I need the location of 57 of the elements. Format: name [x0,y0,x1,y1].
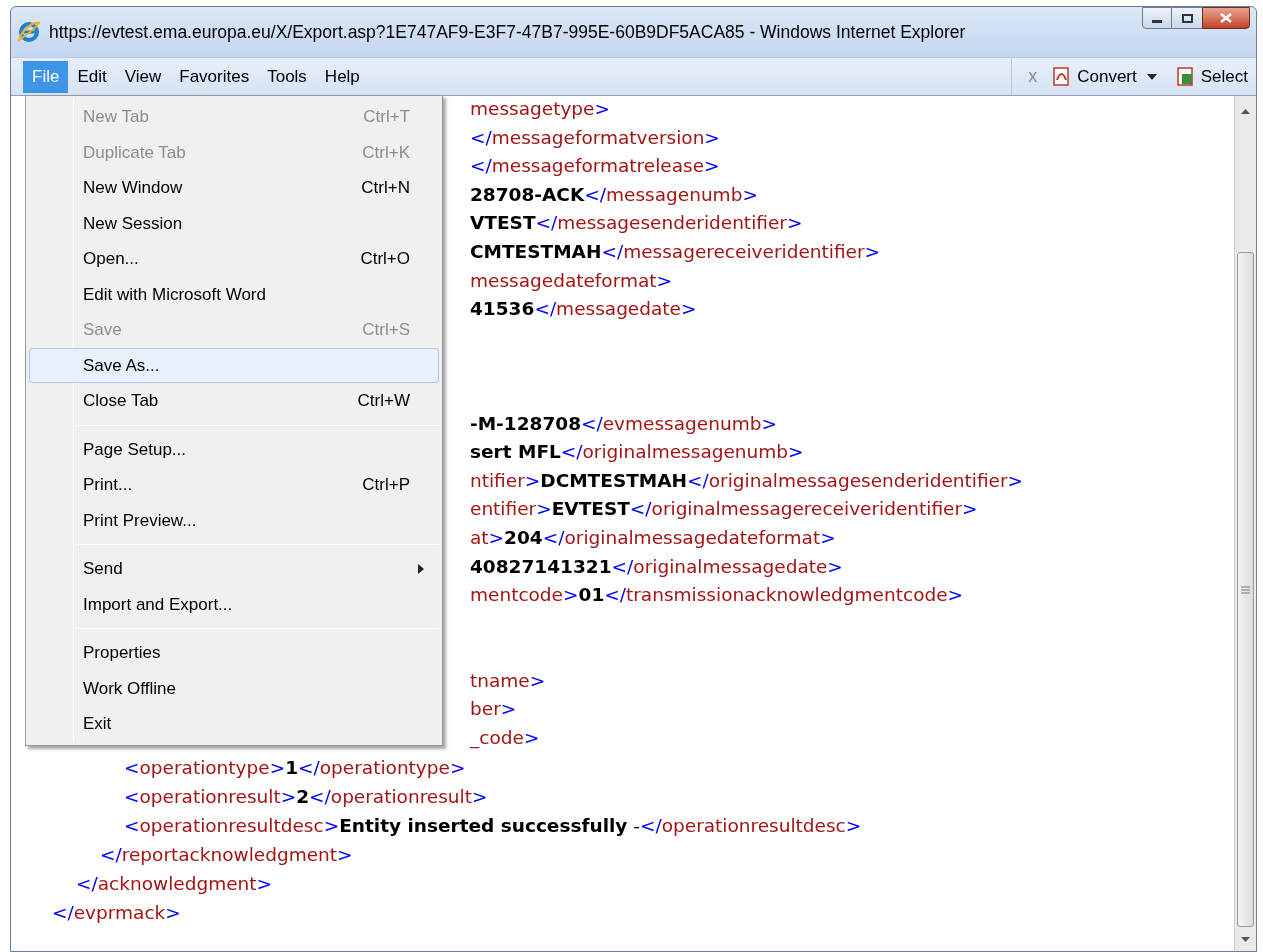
xml-line: 40827141321</originalmessagedate> [470,555,843,577]
maximize-button[interactable] [1172,7,1202,29]
xml-line: messagedateformat> [470,269,673,291]
grip-icon [1241,585,1250,594]
menu-bar-item[interactable]: View [115,60,171,93]
xml-line: ntifier>DCMTESTMAH</originalmessagesenderidentifier> [470,469,1024,491]
menu-item[interactable]: Properties [29,635,439,671]
xml-line: </acknowledgment> [76,872,273,894]
xml-line: tname> [470,669,546,691]
xml-line: ber> [470,698,517,720]
menu-item[interactable]: Send [29,551,439,587]
xml-line: <operationresultdesc>Entity inserted successfully -</operationresultdesc> [124,814,862,836]
menu-bar-item[interactable]: Tools [258,60,316,93]
menu-item[interactable]: Work Offline [29,670,439,706]
xml-line: messagetype> [470,98,610,119]
menu-item[interactable]: Exit [29,706,439,742]
xml-line: VTEST</messagesenderidentifier> [470,212,803,234]
xml-line: mentcode>01</transmissionacknowledgmentcode> [470,584,964,606]
xml-line: <operationtype>1</operationtype> [124,756,466,778]
menu-item[interactable]: Save As... [29,347,439,383]
window-title: https://evtest.ema.europa.eu/X/Export.asp?1E747AF9-E3F7-47B7-995E-60B9DF5ACA85 - Windows Internet Explorer [49,20,966,44]
menu-item[interactable]: Print Preview... [29,502,439,538]
menu-item[interactable]: Close Tab Ctrl+W [29,383,439,419]
scroll-up-icon[interactable] [1241,108,1250,114]
select-button[interactable]: Select [1174,63,1248,90]
xml-line: </messageformatrelease> [470,155,720,177]
xml-line: entifier>EVTEST</originalmessagereceiveridentifier> [470,498,978,520]
xml-line: 28708-ACK</messagenumb> [470,183,758,205]
xml-line: </reportacknowledgment> [100,843,353,865]
close-button[interactable] [1202,7,1250,29]
menu-bar-item[interactable]: Help [315,60,369,93]
close-icon [1220,13,1232,23]
scroll-down-icon[interactable] [1241,936,1250,942]
menu-item[interactable]: Page Setup... [29,431,439,467]
xml-line: </evprmack> [52,901,181,923]
xml-line: sert MFL</originalmessagenumb> [470,441,804,463]
xml-line: at>204</originalmessagedateformat> [470,526,836,548]
xml-line: _code> [470,727,540,749]
xml-line: -M-128708</evmessagenumb> [470,412,777,434]
menu-item[interactable]: Print... Ctrl+P [29,467,439,503]
xml-line: <operationresult>2</operationresult> [124,785,488,807]
minimize-button[interactable] [1142,7,1172,29]
menu-item[interactable]: Import and Export... [29,586,439,622]
xml-line: CMTESTMAH</messagereceiveridentifier> [470,240,881,262]
menu-item[interactable]: New Session [29,205,439,241]
xml-line: </messageformatversion> [470,126,720,148]
xml-line: 41536</messagedate> [470,298,697,320]
menu-bar-item[interactable]: Edit [68,60,116,93]
menu-item[interactable]: New Window Ctrl+N [29,170,439,206]
caret-icon[interactable] [1146,73,1157,80]
maximize-icon [1181,13,1193,23]
menu-bar-item[interactable]: Favorites [170,60,259,93]
browser-logo-icon [17,20,41,44]
convert-button[interactable]: Convert [1051,63,1137,90]
menu-item[interactable]: Open... Ctrl+O [29,241,439,277]
minimize-icon [1152,19,1162,23]
menu-item[interactable]: Edit with Microsoft Word [29,276,439,312]
